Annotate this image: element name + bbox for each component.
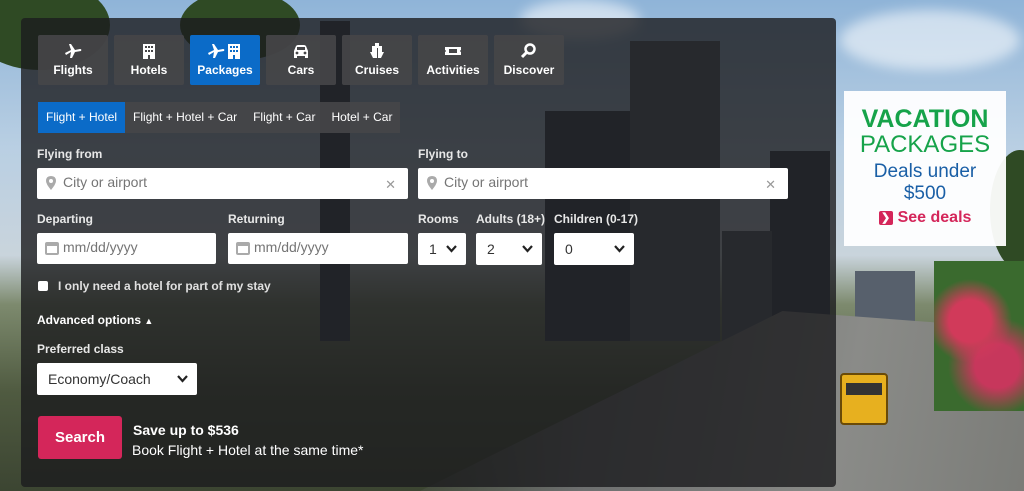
returning-input[interactable] — [254, 239, 394, 255]
ad-headline: VACATION — [861, 105, 989, 133]
search-icon — [494, 35, 564, 59]
building-icon — [114, 35, 184, 59]
rooms-label: Rooms — [418, 212, 459, 226]
search-panel: Flights Hotels Packages Cars Cruises Act… — [21, 18, 836, 487]
adults-label: Adults (18+) — [476, 212, 546, 226]
savings-subtext: Book Flight + Hotel at the same time* — [132, 442, 364, 458]
chevron-up-icon: ▲ — [144, 316, 154, 326]
search-button[interactable]: Search — [38, 416, 122, 459]
flying-to-input[interactable] — [444, 174, 724, 190]
see-deals-label: See deals — [897, 209, 972, 226]
tab-activities[interactable]: Activities — [418, 35, 488, 85]
children-value: 0 — [565, 241, 573, 257]
rooms-value: 1 — [429, 241, 437, 257]
preferred-class-label: Preferred class — [37, 342, 124, 356]
subtab-flight-hotel[interactable]: Flight + Hotel — [38, 102, 126, 133]
plane-icon — [38, 35, 108, 59]
tab-label: Cruises — [354, 63, 400, 77]
chevron-right-icon: ❯ — [878, 211, 893, 225]
tab-label: Cars — [287, 63, 315, 77]
tab-label: Hotels — [130, 63, 168, 77]
flying-from-field[interactable]: ✕ — [37, 168, 408, 199]
children-select[interactable]: 0 — [554, 233, 634, 265]
ad-subline: Deals under — [873, 161, 977, 182]
ticket-icon — [418, 35, 488, 59]
subtab-flight-hotel-car[interactable]: Flight + Hotel + Car — [125, 102, 246, 133]
returning-label: Returning — [228, 212, 285, 226]
returning-field[interactable] — [228, 233, 408, 264]
partial-hotel-label[interactable]: I only need a hotel for part of my stay — [58, 279, 271, 293]
tab-label: Discover — [503, 63, 555, 77]
ship-icon — [342, 35, 412, 59]
children-label: Children (0-17) — [554, 212, 639, 226]
subtab-flight-car[interactable]: Flight + Car — [245, 102, 324, 133]
advanced-options-label: Advanced options — [37, 313, 142, 327]
flying-to-field[interactable]: ✕ — [418, 168, 788, 199]
location-pin-icon — [46, 176, 56, 193]
category-tabs: Flights Hotels Packages Cars Cruises Act… — [38, 35, 564, 85]
flying-from-label: Flying from — [37, 147, 103, 161]
tab-label: Activities — [426, 63, 480, 77]
plane-building-icon — [190, 35, 260, 59]
location-pin-icon — [427, 176, 437, 193]
departing-input[interactable] — [63, 239, 203, 255]
tab-packages[interactable]: Packages — [190, 35, 260, 85]
departing-label: Departing — [37, 212, 94, 226]
calendar-icon — [236, 242, 250, 255]
departing-field[interactable] — [37, 233, 216, 264]
ad-price: $500 — [903, 183, 947, 204]
tab-flights[interactable]: Flights — [38, 35, 108, 85]
chevron-down-icon — [446, 242, 457, 258]
tab-label: Flights — [53, 63, 93, 77]
advanced-options-toggle[interactable]: Advanced options ▲ — [37, 313, 153, 327]
tab-discover[interactable]: Discover — [494, 35, 564, 85]
see-deals-link[interactable]: ❯ See deals — [844, 209, 1006, 227]
preferred-class-value: Economy/Coach — [48, 371, 151, 387]
chevron-down-icon — [614, 242, 625, 258]
ad-headline-2: PACKAGES — [859, 131, 991, 158]
adults-select[interactable]: 2 — [476, 233, 542, 265]
flying-to-label: Flying to — [418, 147, 468, 161]
chevron-down-icon — [522, 242, 533, 258]
vacation-packages-ad[interactable]: VACATION PACKAGES Deals under $500 ❯ See … — [844, 91, 1006, 246]
clear-icon[interactable]: ✕ — [385, 177, 396, 193]
car-icon — [266, 35, 336, 59]
tab-cars[interactable]: Cars — [266, 35, 336, 85]
tab-cruises[interactable]: Cruises — [342, 35, 412, 85]
clear-icon[interactable]: ✕ — [765, 177, 776, 193]
preferred-class-select[interactable]: Economy/Coach — [37, 363, 197, 395]
tab-label: Packages — [197, 63, 253, 77]
partial-hotel-checkbox[interactable] — [38, 281, 48, 291]
adults-value: 2 — [487, 241, 495, 257]
subtab-hotel-car[interactable]: Hotel + Car — [323, 102, 401, 133]
package-type-subtabs: Flight + Hotel Flight + Hotel + Car Flig… — [38, 102, 401, 133]
rooms-select[interactable]: 1 — [418, 233, 466, 265]
calendar-icon — [45, 242, 59, 255]
flying-from-input[interactable] — [63, 174, 343, 190]
savings-headline: Save up to $536 — [133, 422, 239, 438]
tab-hotels[interactable]: Hotels — [114, 35, 184, 85]
chevron-down-icon — [177, 372, 188, 388]
